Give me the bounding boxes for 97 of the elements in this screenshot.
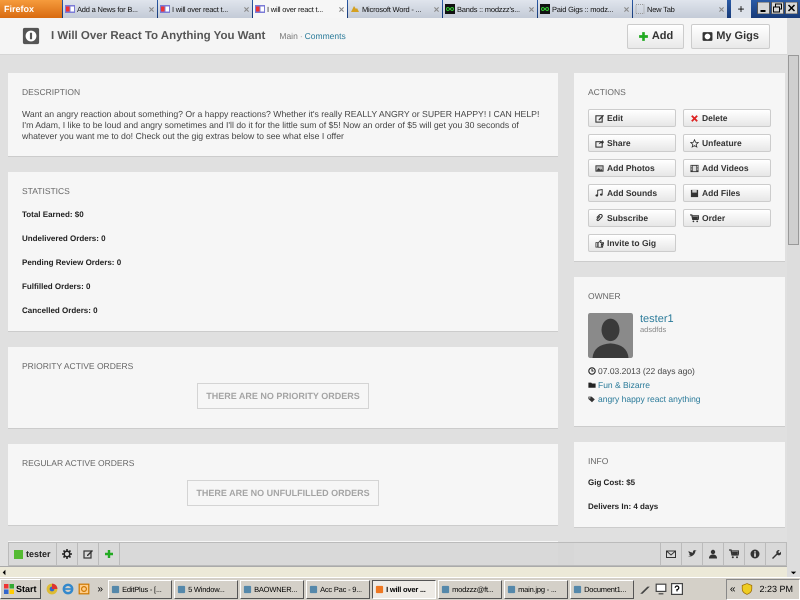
- start-button[interactable]: Start: [0, 579, 41, 599]
- image-icon: [595, 164, 604, 172]
- browser-icon[interactable]: [46, 583, 58, 595]
- hand-icon: [595, 238, 604, 248]
- statistic-text: Cancelled Orders: 0: [22, 306, 99, 315]
- minimize-icon[interactable]: [757, 2, 770, 14]
- clock-text: 2:23 PM: [759, 584, 793, 594]
- framed-circle-icon: [702, 30, 714, 42]
- app-icon: [441, 584, 450, 594]
- cart-icon: [729, 549, 739, 559]
- help-icon[interactable]: [671, 583, 684, 595]
- app-icon: [177, 584, 186, 594]
- action-button[interactable]: Delete: [683, 109, 771, 127]
- scrollbar-thumb[interactable]: [788, 55, 799, 245]
- action-button[interactable]: Edit: [588, 109, 676, 127]
- horizontal-scrollbar[interactable]: [0, 566, 787, 577]
- info-icon: [750, 549, 760, 559]
- envelope-icon: [666, 549, 676, 559]
- blank-page-icon: [635, 4, 645, 14]
- panel-heading: INFO: [588, 456, 610, 466]
- person-icon: [708, 549, 718, 559]
- folder-icon: [588, 381, 596, 389]
- app-icon: [573, 584, 582, 594]
- panel-heading: PRIORITY ACTIVE ORDERS: [22, 361, 134, 371]
- add-button[interactable]: Add: [626, 24, 684, 48]
- clock-icon: [588, 367, 596, 375]
- document-icon: [350, 4, 360, 14]
- tags-link[interactable]: angry happy react anything: [598, 394, 701, 404]
- empty-message: THERE ARE NO UNFULFILLED ORDERS: [187, 480, 379, 506]
- close-icon[interactable]: [785, 2, 798, 14]
- username-link[interactable]: tester1: [640, 313, 674, 325]
- action-button[interactable]: Add Sounds: [588, 184, 676, 202]
- action-button[interactable]: Add Videos: [683, 159, 771, 177]
- app-icon: [309, 584, 318, 594]
- film-icon: [690, 164, 699, 172]
- avatar-silhouette: [588, 313, 633, 358]
- page-icon: [160, 4, 170, 14]
- page-icon: [255, 4, 265, 14]
- plus-icon: [104, 549, 114, 559]
- browser-icon[interactable]: [62, 583, 74, 595]
- x-icon: [690, 114, 699, 122]
- overflow-button[interactable]: »: [94, 584, 106, 594]
- description-text: Want an angry reaction about something? Or a happy reactions? Whether it's really REALLY ANGRY or SUPER HAPPY! I CAN HELP! I'm Adam, I like to be loud and angry sometimes and I'll do it for the little sum of $5! Now an order of $5 will get you 30 seconds of whatever you want me to do! Check out the gig extras below to see what else I offer: [22, 109, 540, 142]
- plus-icon: [638, 30, 649, 42]
- wrench-icon: [771, 549, 781, 559]
- star-icon: [690, 138, 699, 148]
- panel-heading: STATISTICS: [22, 186, 71, 196]
- panel-heading: ACTIONS: [588, 87, 627, 97]
- breadcrumb-link[interactable]: Main: [279, 31, 298, 41]
- new-tab-button[interactable]: +: [731, 0, 751, 18]
- app-icon: [507, 584, 516, 594]
- statistic-text: Undelivered Orders: 0: [22, 234, 107, 243]
- my-gigs-button[interactable]: My Gigs: [691, 24, 770, 48]
- tray-toggle-button[interactable]: «: [730, 584, 736, 594]
- page-title: I Will Over React To Anything You Want: [51, 30, 266, 42]
- username[interactable]: tester: [26, 549, 51, 559]
- breadcrumb-separator: ·: [300, 31, 303, 41]
- action-button[interactable]: Unfeature: [683, 134, 771, 152]
- panel-heading: DESCRIPTION: [22, 87, 82, 97]
- category-link[interactable]: Fun & Bizarre: [598, 380, 650, 390]
- settings-icon: [62, 549, 72, 559]
- restore-icon[interactable]: [771, 2, 784, 14]
- music-note-icon: [595, 188, 604, 198]
- pencil-square-icon: [82, 549, 93, 559]
- app-icon: [375, 584, 384, 594]
- info-text: Gig Cost: $5: [588, 478, 636, 487]
- statistic-text: Fulfilled Orders: 0: [22, 282, 92, 291]
- date-text: 07.03.2013 (22 days ago): [598, 366, 695, 376]
- cart-icon: [690, 214, 699, 222]
- action-button[interactable]: Order: [683, 209, 771, 227]
- action-button[interactable]: Add Photos: [588, 159, 676, 177]
- panel-heading: REGULAR ACTIVE ORDERS: [22, 458, 136, 468]
- panel-heading: OWNER: [588, 291, 622, 301]
- breadcrumb-link[interactable]: Comments: [304, 31, 346, 41]
- action-button[interactable]: Subscribe: [588, 209, 676, 227]
- window-icon[interactable]: [78, 583, 90, 595]
- share-icon: [595, 138, 604, 148]
- loop-icon: [445, 4, 455, 14]
- tag-icon: [588, 395, 596, 403]
- shield-icon[interactable]: [741, 583, 754, 595]
- statistic-text: Pending Review Orders: 0: [22, 258, 122, 267]
- windows-flag-icon: [4, 584, 14, 594]
- monitor-icon[interactable]: [655, 583, 668, 595]
- info-text: Delivers In: 4 days: [588, 502, 660, 511]
- action-button[interactable]: Invite to Gig: [588, 234, 676, 252]
- statistic-text: Total Earned: $0: [22, 210, 85, 219]
- action-button[interactable]: Add Files: [683, 184, 771, 202]
- action-button[interactable]: Share: [588, 134, 676, 152]
- paperclip-icon: [595, 214, 604, 222]
- pencil-square-icon: [595, 114, 604, 122]
- app-icon: [243, 584, 252, 594]
- loop-icon: [540, 4, 550, 14]
- page-icon: [65, 4, 75, 14]
- empty-message: THERE ARE NO PRIORITY ORDERS: [197, 383, 369, 409]
- square-icon: [14, 550, 23, 558]
- bird-icon: [687, 549, 697, 559]
- app-icon: [111, 584, 120, 594]
